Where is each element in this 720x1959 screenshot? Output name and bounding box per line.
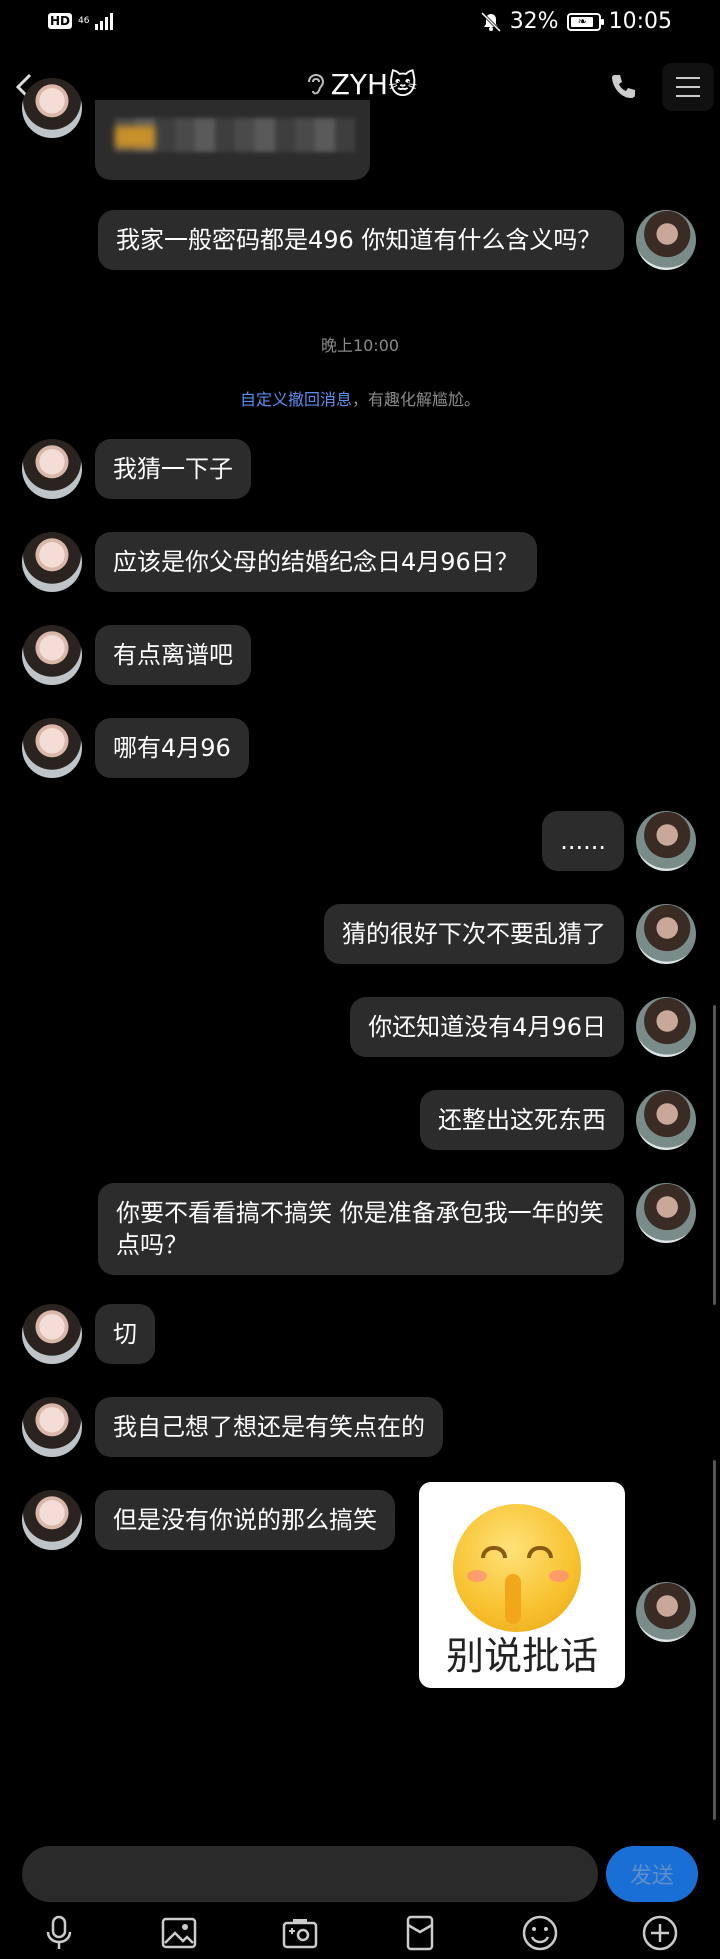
red-packet-icon	[406, 1915, 434, 1951]
network-type: 46	[78, 15, 90, 26]
sticker-message[interactable]: 别说批话	[419, 1482, 625, 1688]
avatar[interactable]	[636, 1183, 696, 1243]
mute-bell-icon	[480, 11, 501, 32]
emoji-icon	[522, 1915, 558, 1951]
plus-icon	[642, 1915, 678, 1951]
avatar[interactable]	[22, 532, 82, 592]
message-bubble[interactable]: 还整出这死东西	[420, 1090, 624, 1150]
avatar[interactable]	[636, 210, 696, 270]
notice-text: ，有趣化解尴尬。	[352, 390, 481, 409]
red-packet-button[interactable]	[398, 1911, 442, 1955]
battery-percent: 32%	[509, 9, 559, 34]
avatar[interactable]	[22, 439, 82, 499]
scrollbar[interactable]	[713, 1005, 716, 1305]
message-bubble[interactable]: 我自己想了想还是有笑点在的	[95, 1397, 443, 1457]
avatar[interactable]	[22, 78, 82, 138]
avatar[interactable]	[22, 1304, 82, 1364]
message-bubble[interactable]: 但是没有你说的那么搞笑	[95, 1490, 395, 1550]
message-bubble[interactable]: 哪有4月96	[95, 718, 249, 778]
input-bar: 发送	[0, 1840, 720, 1910]
avatar[interactable]	[22, 1490, 82, 1550]
camera-icon	[282, 1919, 318, 1949]
clock: 10:05	[608, 9, 672, 34]
voice-button[interactable]	[37, 1911, 81, 1955]
recall-notice: 自定义撤回消息，有趣化解尴尬。	[0, 386, 720, 410]
message-bubble[interactable]: 你还知道没有4月96日	[350, 997, 624, 1057]
avatar[interactable]	[22, 1397, 82, 1457]
message-bubble[interactable]: 有点离谱吧	[95, 625, 251, 685]
sticker-caption: 别说批话	[445, 1634, 598, 1678]
message-bubble[interactable]: ......	[542, 811, 624, 871]
emoji-button[interactable]	[518, 1911, 562, 1955]
ear-icon	[307, 73, 324, 95]
signal-icon	[95, 12, 114, 30]
message-bubble[interactable]: 切	[95, 1304, 155, 1364]
shush-emoji-icon	[453, 1504, 581, 1632]
scrollbar-lower[interactable]	[713, 1460, 716, 1820]
status-right: 32% ❧ 10:05	[480, 9, 672, 34]
hd-badge: HD	[48, 13, 73, 29]
battery-icon: ❧	[566, 12, 604, 31]
timestamp: 晚上10:00	[320, 336, 400, 355]
bottom-toolbar	[0, 1905, 720, 1959]
message-input[interactable]	[22, 1846, 598, 1902]
message-bubble[interactable]: 你要不看看搞不搞笑 你是准备承包我一年的笑点吗？	[98, 1183, 624, 1275]
message-bubble[interactable]: 我猜一下子	[95, 439, 251, 499]
avatar[interactable]	[22, 625, 82, 685]
avatar[interactable]	[22, 718, 82, 778]
recall-link[interactable]: 自定义撤回消息	[240, 390, 352, 409]
chat-title: ZYH🐱	[330, 68, 418, 101]
status-left: HD 46	[48, 12, 114, 30]
microphone-icon	[46, 1915, 72, 1949]
message-bubble[interactable]: 猜的很好下次不要乱猜了	[324, 904, 624, 964]
message-bubble[interactable]: 我家一般密码都是496 你知道有什么含义吗？	[98, 210, 624, 270]
camera-button[interactable]	[278, 1911, 322, 1955]
status-bar: HD 46 32% ❧ 10:05	[0, 0, 720, 50]
more-button[interactable]	[638, 1911, 682, 1955]
blurred-message[interactable]	[95, 100, 370, 180]
avatar[interactable]	[636, 811, 696, 871]
avatar[interactable]	[636, 904, 696, 964]
message-bubble[interactable]: 应该是你父母的结婚纪念日4月96日？	[95, 532, 537, 592]
avatar[interactable]	[636, 997, 696, 1057]
avatar[interactable]	[636, 1090, 696, 1150]
send-button[interactable]: 发送	[606, 1846, 698, 1902]
image-icon	[161, 1917, 197, 1949]
image-button[interactable]	[157, 1911, 201, 1955]
avatar[interactable]	[636, 1582, 696, 1642]
